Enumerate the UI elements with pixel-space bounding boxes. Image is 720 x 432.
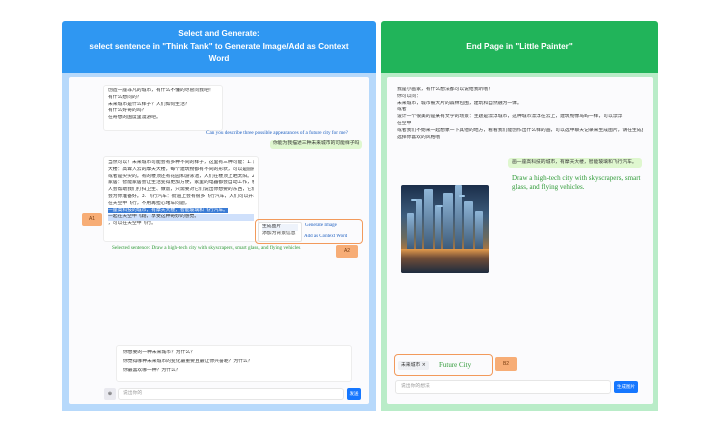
selected-text-highlight[interactable]: 一座高科技的城市，有摩天大楼，智能玻璃和飞行汽车。 (108, 207, 228, 213)
welcome-line: 有什么好奇的吗？ (108, 108, 147, 114)
user-prompt-bubble: 画一座高科技的城市，有摩天大楼，智能玻璃和飞行汽车。 (508, 158, 642, 168)
menu-cn: 生成图片 添加为背景信息 (258, 222, 302, 242)
welcome-line: 未来城市是什么样子？人们如何生活？ (108, 101, 190, 107)
answer-line: 一起在天空中飞翔，享受这种奇妙的感觉。 (108, 214, 254, 222)
intro-line: 在空中 (397, 120, 412, 126)
answer-line: 人会帮助我们打扫卫生、做饭，只需要对它们说出你想要的东西，它们就 (108, 187, 254, 193)
painter-intro-bubble: 我是小画家，有什么想法都可以说给我听哦！ 你可以问： 未来城市，城市被大片的森林… (395, 85, 645, 157)
answer-line: 会为你准备好。3. 飞行汽车：街道上会有很多飞行汽车，人们可以开着车 (108, 193, 254, 199)
left-title-line2: select sentence in "Think Tank" to Gener… (89, 41, 349, 51)
context-tag-close-icon[interactable]: × (422, 363, 426, 368)
answer-line: 当然可以！未来城市可能会有多种不同的样子，这里有三种可能：1. 摩天 (108, 160, 254, 165)
right-panel-header: End Page in "Little Painter" (381, 21, 658, 73)
send-button[interactable]: 发送 (347, 388, 361, 400)
menu-generate-en: Generate Image (305, 223, 337, 228)
menu-item-add-cn[interactable]: 添加为背景信息 (262, 231, 298, 238)
badge-b2: B2 (495, 357, 517, 371)
suggestion-card: 你想要的一种未来城市？为什么？ 你觉得哪种未来城市的变化最重要且最让你兴奋呢？为… (116, 345, 352, 382)
context-tag-label: 未来城市 (401, 363, 421, 368)
answer-line: 或者是尖尖的。有的楼顶还有花园和游泳池，人们在楼顶上晒太阳。2. 智能 (108, 173, 254, 179)
answer-line: 在天空中飞行，不用再担心堵车问题， (108, 200, 190, 206)
ai-answer-bubble: 当然可以！未来城市可能会有多种不同的样子，这里有三种可能：1. 摩天 大楼：高耸… (103, 156, 259, 242)
chat-input-placeholder: 说出你的 (123, 391, 143, 396)
painter-input-placeholder: 说出你的想法 (401, 384, 430, 389)
left-title-line1: Select and Generate: (178, 29, 260, 38)
answer-line: ，可以在天空中飞行。 (108, 221, 156, 227)
context-tag-chip[interactable]: 未来城市 × (398, 361, 429, 370)
answer-line: 家居：智能家居会让生活变得更加方便，家里的电器都会自动工作，机器 (108, 180, 254, 186)
answer-line: 大楼：高耸入云的摩天大楼，每个建筑物都有不同的形状，可以是圆形的 (108, 166, 254, 172)
chat-input[interactable]: 说出你的 (118, 388, 344, 400)
intro-line: 我是小画家，有什么想法都可以说给我听哦！ (397, 87, 493, 92)
generate-image-button[interactable]: 生成图片 (614, 381, 638, 393)
suggestion-item[interactable]: 你最喜欢哪一种？为什么？ (123, 368, 345, 375)
intro-line: 设计一个很美的是某有文学的场景：主题是漂浮城市，这种城市漂浮在云上，建筑物像岛屿… (397, 114, 623, 120)
badge-a1: A1 (82, 213, 102, 226)
welcome-line: 有什么想问的？ (108, 94, 142, 100)
generated-city-image[interactable] (401, 185, 489, 273)
context-tag-en: Future City (439, 361, 472, 369)
left-panel-header: Select and Generate: select sentence in … (62, 21, 376, 73)
intro-line: 或者 (397, 107, 407, 113)
menu-add-en: Add as Context Word (304, 234, 348, 239)
painter-input[interactable]: 说出你的想法 (395, 380, 611, 394)
image-caption: Draw a high-tech city with skyscrapers, … (512, 174, 641, 191)
intro-line: 未来城市，城市被大片的森林包围，建筑和自然融为一体。 (397, 100, 522, 106)
badge-a2: A2 (336, 245, 358, 258)
ai-welcome-bubble: 创造一座非凡的城市，有什么不懂的尽管问我吧！ 有什么想问的？ 未来城市是什么样子… (103, 85, 223, 131)
welcome-line: 创造一座非凡的城市，有什么不懂的尽管问我吧！ (108, 88, 214, 93)
left-title-line3: Word (208, 54, 230, 63)
selected-sentence-note: Selected sentence: Draw a high-tech city… (112, 245, 301, 251)
intro-line: 你可以问： (397, 93, 421, 99)
user-question-bubble: 你能为我描述三种未来城市的可能样子吗 (270, 140, 362, 149)
intro-line: 选择你喜欢的风格哦 (397, 134, 441, 140)
menu-item-generate-cn[interactable]: 生成图片 (262, 224, 298, 231)
suggestion-item[interactable]: 你想要的一种未来城市？为什么？ (123, 350, 345, 357)
intro-line: 或者我们不妨来一起想象一下其他的地方，看看我们能创作出什么样的画，可以选中聊天记… (397, 127, 643, 133)
attach-icon[interactable]: ⊕ (104, 388, 116, 400)
answer-selected-line[interactable]: 一座高科技的城市，有摩天大楼，智能玻璃和飞行汽车。 (108, 207, 254, 215)
welcome-line: 在奇想的国度里漫游吧。 (108, 115, 161, 121)
user-question-en: Can you describe three possible appearan… (206, 130, 348, 136)
suggestion-item[interactable]: 你觉得哪种未来城市的变化最重要且最让你兴奋呢？为什么？ (123, 359, 345, 366)
